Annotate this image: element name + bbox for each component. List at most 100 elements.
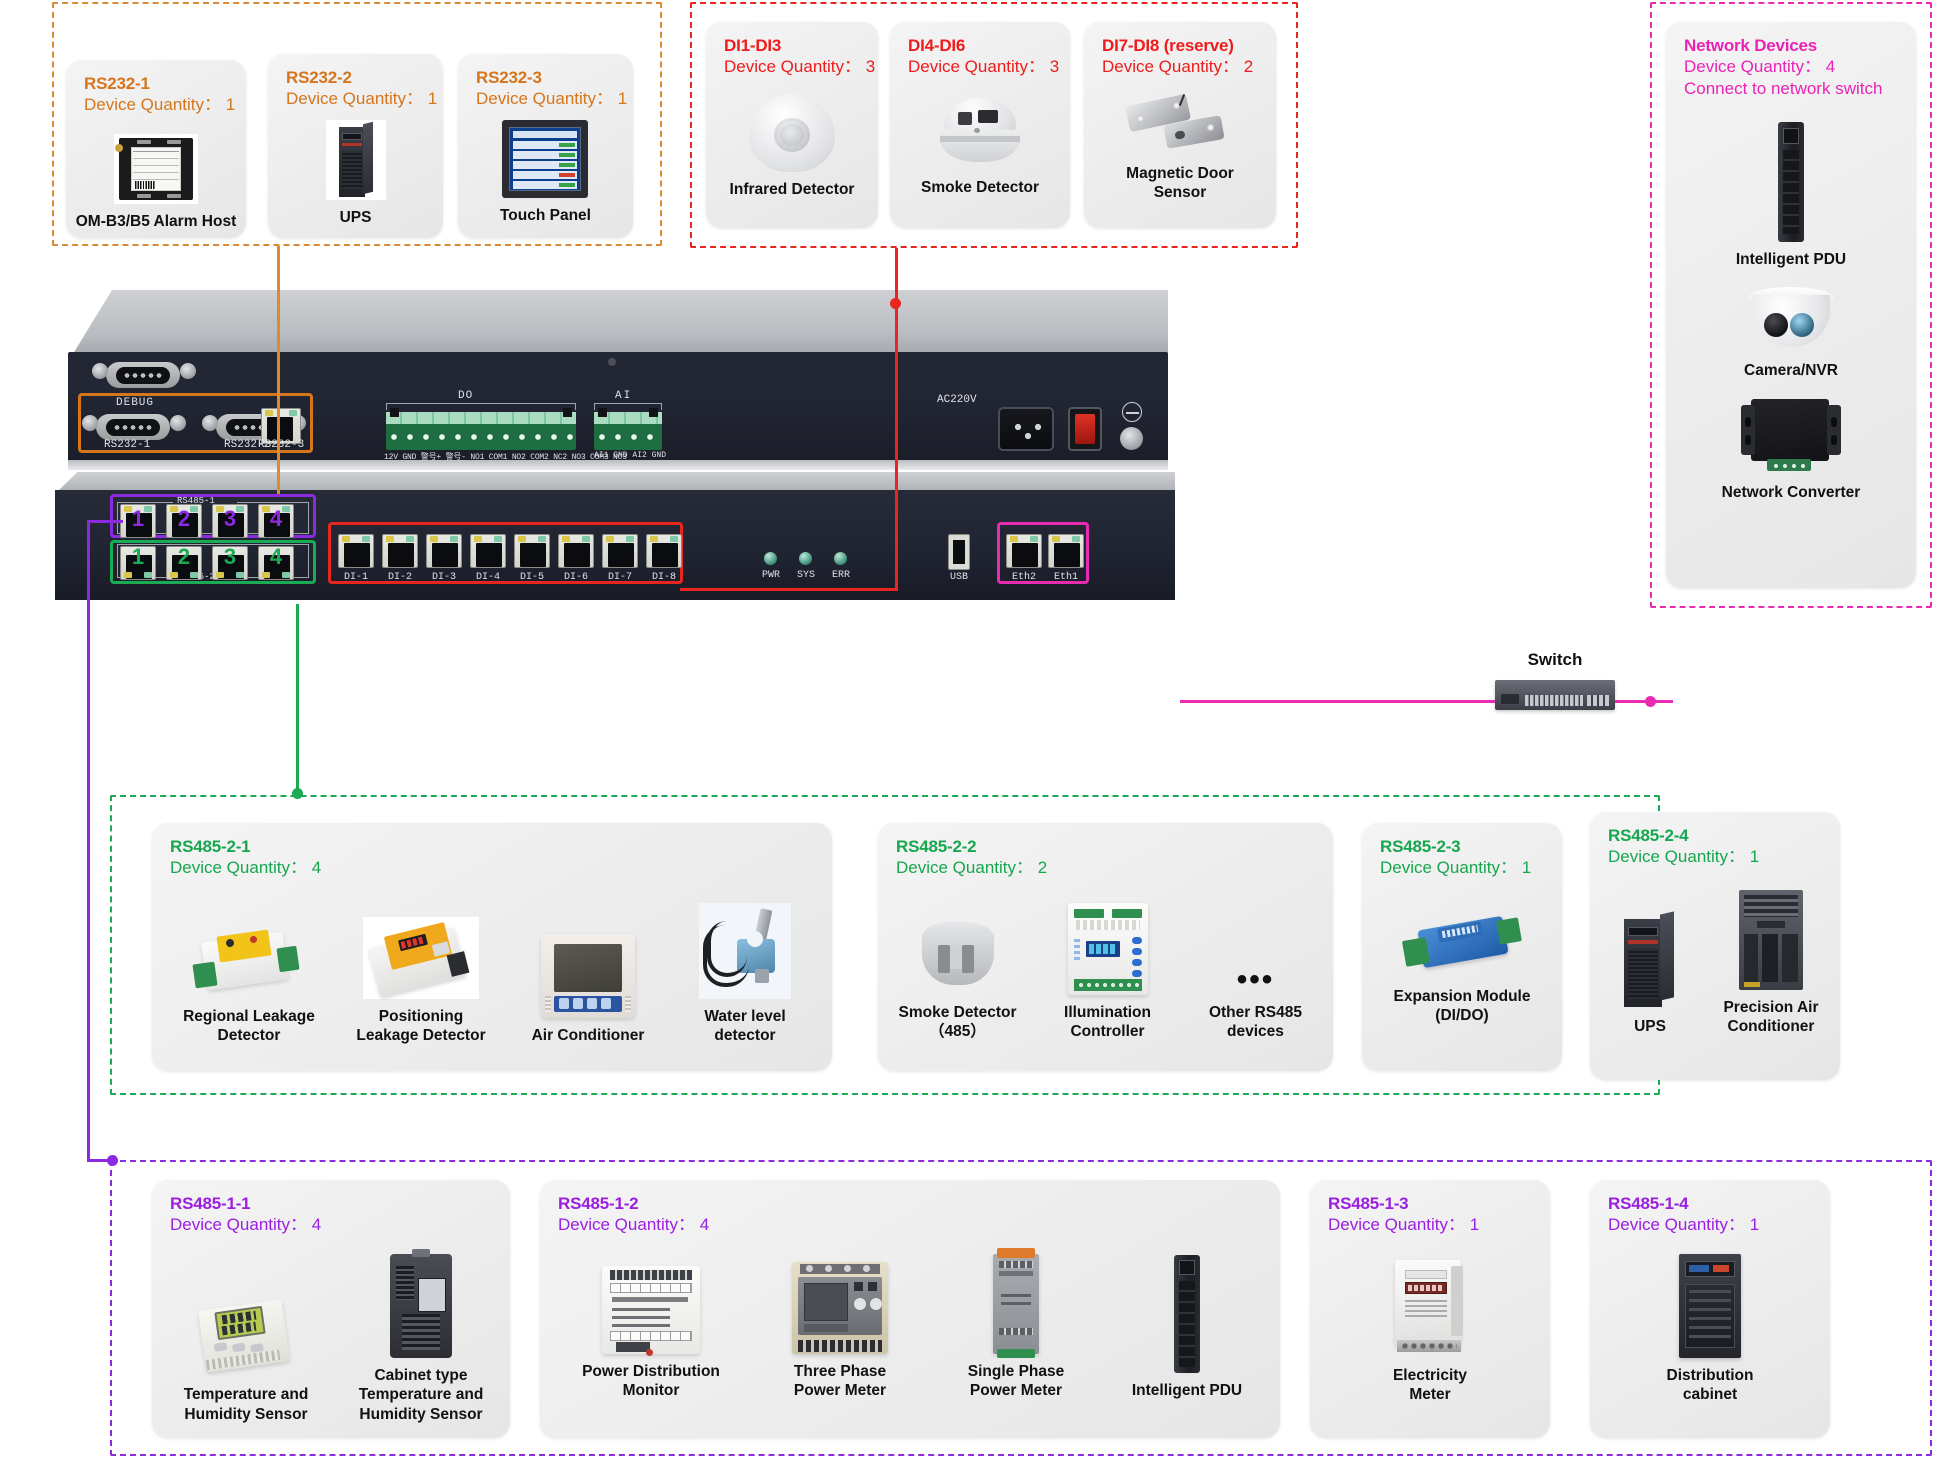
card-title: RS485-2-1 (170, 837, 251, 856)
device-item: Magnetic Door Sensor (1124, 93, 1235, 203)
di-port-5[interactable] (514, 534, 550, 568)
card-quantity: Device Quantity： 1 (1608, 1215, 1760, 1235)
rs485-1-port-4-number: 4 (269, 506, 283, 531)
card-quantity: Device Quantity： 2 (896, 858, 1048, 878)
device-label: Expansion Module (DI/DO) (1393, 988, 1531, 1025)
usb-port[interactable] (948, 534, 970, 570)
device-label: Temperature and Humidity Sensor (183, 1386, 309, 1423)
device-label: UPS (1634, 1018, 1666, 1036)
device-label: Power Distribution Monitor (582, 1363, 720, 1400)
electricity-meter-image (1389, 1258, 1471, 1358)
water-level-detector-image (699, 903, 791, 999)
rs232-1-connector[interactable] (96, 414, 170, 440)
ground-symbol-icon (1122, 402, 1142, 422)
card-rs485-2-1[interactable]: RS485-2-1 Device Quantity： 4 Regional Le… (152, 823, 832, 1071)
sys-led (799, 552, 812, 565)
card-di1-di3[interactable]: DI1-DI3 Device Quantity： 3 Infrared Dete… (706, 22, 878, 228)
device-item: Three Phase Power Meter (765, 1262, 915, 1401)
sys-label: SYS (796, 570, 815, 581)
device-label: Cabinet type Temperature and Humidity Se… (358, 1367, 484, 1423)
di-port-7[interactable] (602, 534, 638, 568)
ai-label: AI (615, 390, 633, 402)
device-item: Intelligent PDU (1736, 122, 1846, 269)
pwr-led (764, 552, 777, 565)
card-rs485-1-4[interactable]: RS485-1-4 Device Quantity： 1 Distributio… (1590, 1180, 1830, 1438)
device-label: Intelligent PDU (1735, 251, 1847, 268)
front-panel-chassis: RS485-1 1 2 3 4 RS485-2 1 2 3 4 (55, 472, 1175, 604)
connector-line-rs485-1-horizontal (87, 520, 123, 523)
device-item: Illumination Controller (1048, 903, 1168, 1042)
card-network-devices[interactable]: Network Devices Device Quantity： 4 Conne… (1666, 22, 1916, 588)
ai-terminal-block[interactable] (594, 412, 662, 450)
di-port-6[interactable] (558, 534, 594, 568)
device-item: Expansion Module (DI/DO) (1372, 909, 1552, 1026)
di-port-2[interactable] (382, 534, 418, 568)
card-rs485-2-4[interactable]: RS485-2-4 Device Quantity： 1 UPS Precisi… (1590, 812, 1840, 1080)
card-rs232-1[interactable]: RS232-1 Device Quantity： 1 OM-B3/B5 Alar… (66, 60, 246, 238)
precision-air-conditioner-image (1739, 890, 1803, 990)
eth2-port[interactable] (1006, 534, 1042, 568)
card-di7-di8[interactable]: DI7-DI8 (reserve) Device Quantity： 2 Mag… (1084, 22, 1276, 228)
do-terminal-block[interactable] (386, 412, 576, 450)
device-item: Water level detector (680, 903, 810, 1046)
card-title: RS485-1-1 (170, 1194, 251, 1213)
di-port-1[interactable] (338, 534, 374, 568)
card-note: Connect to network switch (1684, 79, 1883, 99)
db9-top-connector (106, 362, 180, 388)
device-label: Electricity Meter (1392, 1367, 1468, 1404)
temperature-humidity-sensor-image (194, 1293, 298, 1377)
di-port-4[interactable] (470, 534, 506, 568)
device-item: Camera/NVR (1742, 283, 1840, 380)
device-label: Single Phase Power Meter (967, 1363, 1065, 1400)
card-rs232-2[interactable]: RS232-2 Device Quantity： 1 UPS (268, 54, 443, 238)
device-item: Positioning Leakage Detector (346, 917, 496, 1046)
device-item: Power Distribution Monitor (563, 1266, 739, 1401)
card-title: RS485-2-2 (896, 837, 977, 856)
card-rs232-3[interactable]: RS232-3 Device Quantity： 1 Touch Panel (458, 54, 633, 238)
eth1-port[interactable] (1048, 534, 1084, 568)
di-port-4-label: DI-4 (475, 572, 500, 583)
card-quantity: Device Quantity： 2 (1102, 57, 1254, 77)
card-rs485-2-3[interactable]: RS485-2-3 Device Quantity： 1 Expansion M… (1362, 823, 1562, 1071)
di-port-7-label: DI-7 (607, 572, 632, 583)
power-distribution-monitor-image (602, 1266, 700, 1356)
device-item: UPS (325, 120, 386, 227)
device-item: Touch Panel (500, 120, 591, 225)
rs485-2-port-1-number: 1 (131, 544, 145, 569)
eth2-label: Eth2 (1011, 572, 1036, 583)
ac-power-inlet (998, 407, 1054, 451)
device-label: Water level detector (704, 1008, 786, 1045)
switch-label: Switch (1527, 650, 1583, 669)
card-quantity: Device Quantity： 1 (476, 89, 628, 109)
card-quantity: Device Quantity： 1 (286, 89, 438, 109)
network-switch (1495, 680, 1615, 710)
card-rs485-1-1[interactable]: RS485-1-1 Device Quantity： 4 Temperature… (152, 1180, 510, 1438)
card-title: RS485-1-3 (1328, 1194, 1409, 1213)
di-port-6-label: DI-6 (563, 572, 588, 583)
card-rs485-1-3[interactable]: RS485-1-3 Device Quantity： 1 Electricity… (1310, 1180, 1550, 1438)
card-rs485-2-2[interactable]: RS485-2-2 Device Quantity： 2 Smoke Detec… (878, 823, 1333, 1071)
magnetic-door-sensor-image (1124, 93, 1235, 156)
power-switch[interactable] (1068, 407, 1102, 451)
card-quantity: Device Quantity： 3 (724, 57, 876, 77)
ground-screw (1120, 427, 1143, 450)
card-quantity: Device Quantity： 1 (1608, 847, 1760, 867)
device-item: ••• Other RS485 devices (1194, 909, 1318, 1042)
illumination-controller-image (1067, 903, 1148, 995)
intelligent-pdu-image (1174, 1255, 1200, 1374)
card-quantity: Device Quantity： 4 (1684, 57, 1836, 77)
eth1-label: Eth1 (1053, 572, 1078, 583)
err-led (834, 552, 847, 565)
device-item: Smoke Detector (921, 90, 1039, 197)
di-port-2-label: DI-2 (387, 572, 412, 583)
card-quantity: Device Quantity： 1 (84, 95, 236, 115)
card-di4-di6[interactable]: DI4-DI6 Device Quantity： 3 Smoke Detecto… (890, 22, 1070, 228)
card-rs485-1-2[interactable]: RS485-1-2 Device Quantity： 4 Power Distr… (540, 1180, 1280, 1438)
di-port-1-label: DI-1 (343, 572, 368, 583)
device-item: UPS (1603, 911, 1697, 1036)
rs485-1-port-2-number: 2 (177, 506, 191, 531)
di-port-8[interactable] (646, 534, 682, 568)
device-item: Smoke Detector （485） (894, 915, 1022, 1042)
di-port-3[interactable] (426, 534, 462, 568)
device-label: Distribution cabinet (1666, 1367, 1754, 1404)
